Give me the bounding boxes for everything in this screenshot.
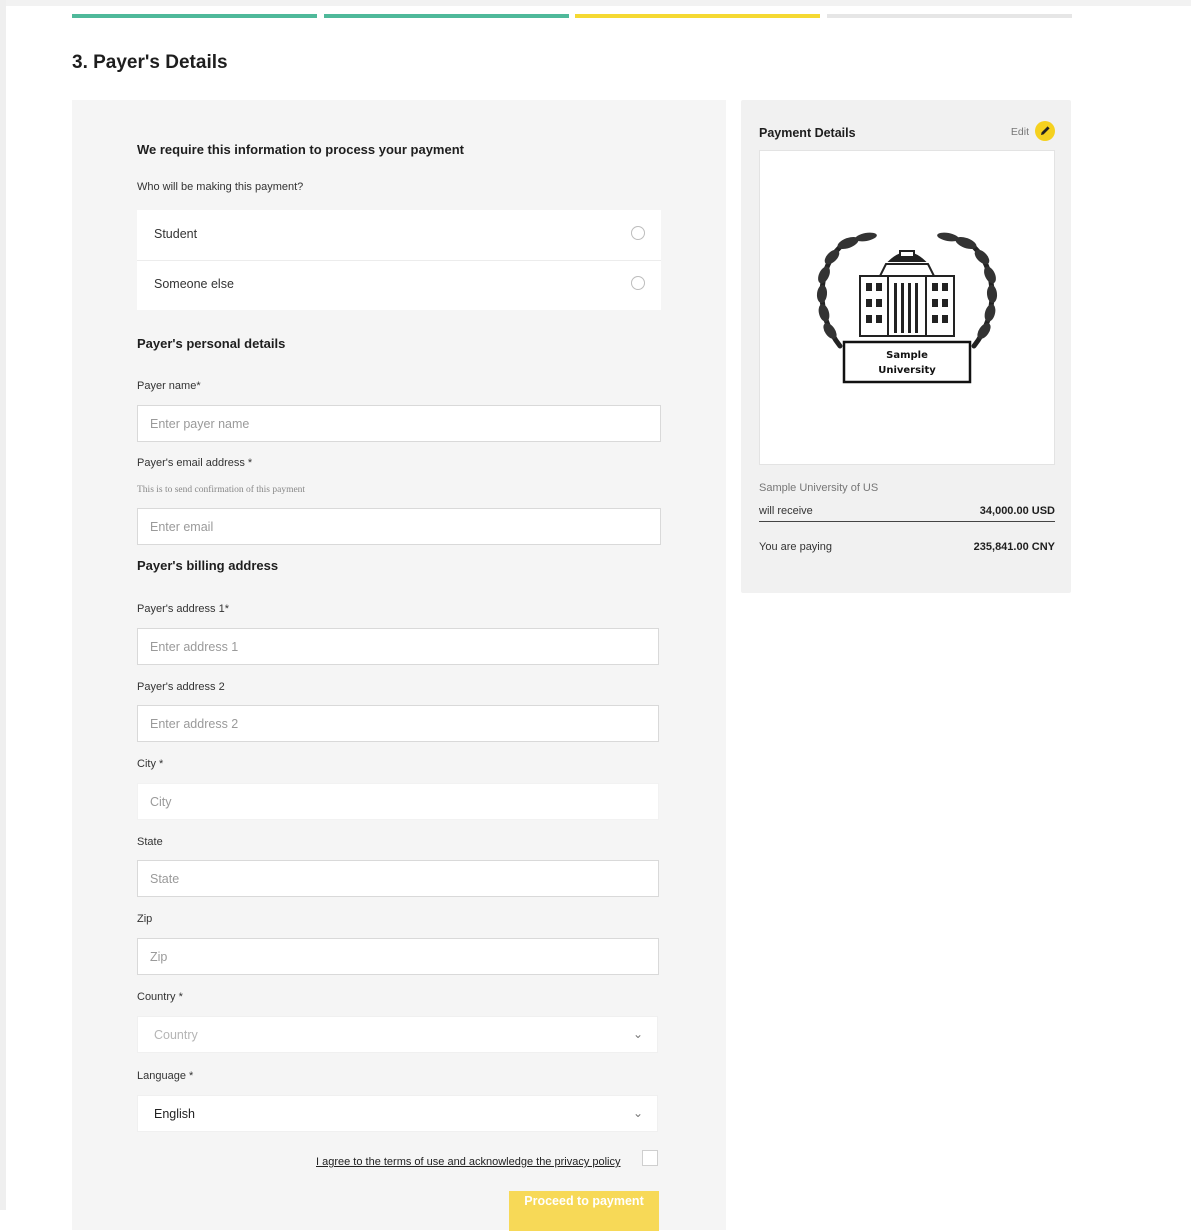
radio-button-student[interactable] [631, 226, 645, 240]
payer-name-label: Payer name* [137, 380, 201, 392]
university-logo-box: Sample University [759, 150, 1055, 465]
country-select[interactable]: Country ⌄ [137, 1016, 658, 1053]
summary-divider [759, 521, 1055, 522]
address2-input[interactable] [137, 705, 659, 742]
proceed-to-payment-button[interactable]: Proceed to payment [509, 1191, 659, 1231]
email-input[interactable] [137, 508, 661, 545]
zip-input[interactable] [137, 938, 659, 975]
billing-address-title: Payer's billing address [137, 558, 279, 573]
progress-step-4 [827, 14, 1072, 18]
recipient-name: Sample University of US [759, 482, 879, 494]
logo-text-line-2: University [878, 365, 936, 376]
radio-label-student: Student [154, 227, 198, 241]
progress-bar [72, 14, 1072, 18]
language-value: English [154, 1107, 195, 1121]
city-input[interactable] [137, 783, 659, 820]
payer-name-input[interactable] [137, 405, 661, 442]
logo-text-line-1: Sample [886, 350, 928, 361]
payment-details-title: Payment Details [759, 126, 856, 140]
state-input[interactable] [137, 860, 659, 897]
language-select[interactable]: English ⌄ [137, 1095, 658, 1132]
you-are-paying-label: You are paying [759, 541, 832, 553]
radio-option-someone-else[interactable]: Someone else [137, 260, 661, 310]
edit-link[interactable]: Edit [995, 121, 1055, 141]
top-edge [0, 0, 1191, 6]
payer-radio-group: Student Someone else [137, 210, 661, 310]
email-hint: This is to send confirmation of this pay… [137, 485, 306, 495]
city-label: City * [137, 758, 164, 770]
address1-label: Payer's address 1* [137, 603, 229, 615]
will-receive-amount: 34,000.00 USD [979, 505, 1055, 517]
country-label: Country * [137, 991, 183, 1003]
radio-button-someone-else[interactable] [631, 276, 645, 290]
university-logo: Sample University [816, 232, 998, 384]
terms-link[interactable]: I agree to the terms of use and acknowle… [316, 1156, 621, 1168]
page-title: 3. Payer's Details [72, 52, 228, 73]
edit-label: Edit [1010, 126, 1029, 138]
payment-details-summary: Payment Details Edit Sample University S… [741, 100, 1071, 593]
you-are-paying-amount: 235,841.00 CNY [973, 541, 1055, 553]
chevron-down-icon: ⌄ [632, 1027, 643, 1041]
personal-details-title: Payer's personal details [137, 336, 286, 351]
form-intro: We require this information to process y… [137, 142, 464, 157]
radio-label-someone-else: Someone else [154, 277, 234, 291]
email-label: Payer's email address * [137, 457, 253, 469]
zip-label: Zip [137, 913, 153, 925]
chevron-down-icon: ⌄ [632, 1106, 643, 1120]
state-label: State [137, 836, 163, 848]
will-receive-label: will receive [759, 505, 813, 517]
language-label: Language * [137, 1070, 194, 1082]
left-edge [0, 0, 6, 1210]
terms-checkbox[interactable] [642, 1150, 658, 1166]
payer-question: Who will be making this payment? [137, 181, 304, 193]
address1-input[interactable] [137, 628, 659, 665]
progress-step-1 [72, 14, 317, 18]
radio-option-student[interactable]: Student [137, 210, 661, 260]
country-placeholder: Country [154, 1028, 198, 1042]
progress-step-2 [324, 14, 569, 18]
address2-label: Payer's address 2 [137, 681, 225, 693]
progress-step-3 [575, 14, 820, 18]
pencil-icon[interactable] [1035, 121, 1055, 141]
payer-form-panel: We require this information to process y… [72, 100, 726, 1231]
